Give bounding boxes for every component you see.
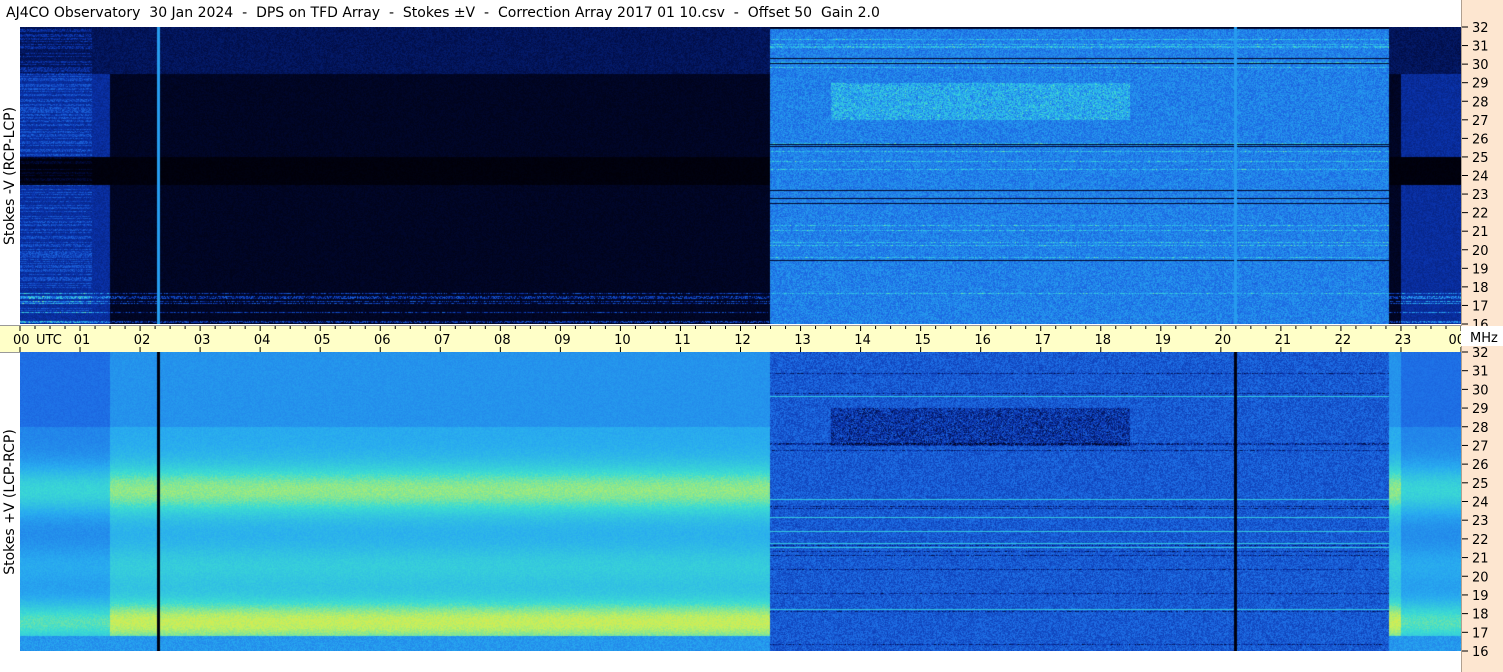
- freq-tick-label: 27: [1472, 439, 1489, 454]
- freq-tick-label: 18: [1472, 281, 1489, 296]
- time-tick-label: 12: [734, 333, 751, 348]
- freq-tick-label: 18: [1472, 608, 1489, 623]
- freq-tick-label: 19: [1472, 262, 1489, 277]
- freq-tick-label: 28: [1472, 421, 1489, 436]
- freq-tick-label: 27: [1472, 114, 1489, 129]
- time-tick-label: 05: [314, 333, 331, 348]
- top-panel-ylabel-text: Stokes -V (RCP-LCP): [2, 106, 19, 245]
- freq-tick-label: 17: [1472, 626, 1489, 641]
- top-frequency-axis-svg: 16 17 18 19 20 21 22 23 24 25 26 27 28 29 30 31 32: [1462, 21, 1489, 326]
- time-tick-label: 16: [974, 333, 991, 348]
- freq-tick-label: 29: [1472, 77, 1489, 92]
- time-tick-label: 10: [614, 333, 631, 348]
- freq-tick-label: 24: [1472, 170, 1489, 185]
- bottom-frequency-axis: 16 17 18 19 20 21 22 23 24 25 26 27 28 29 30 31 32: [1461, 346, 1503, 672]
- utc-label: UTC: [36, 333, 62, 348]
- time-axis-svg: 00 01 02 03 04 05 06 07 08 09 10 11 12 13 14 15 16 17 18 19…: [13, 326, 1461, 352]
- time-tick-label: 19: [1155, 333, 1172, 348]
- freq-tick-label: 30: [1472, 383, 1489, 398]
- freq-tick-label: 26: [1472, 132, 1489, 147]
- time-tick-label: 15: [914, 333, 931, 348]
- time-tick-label: 04: [254, 333, 271, 348]
- time-tick-label: 22: [1335, 333, 1352, 348]
- time-tick-label: 20: [1215, 333, 1232, 348]
- time-tick-label: 21: [1275, 333, 1292, 348]
- chart-title: AJ4CO Observatory 30 Jan 2024 - DPS on T…: [6, 5, 880, 21]
- time-tick-label: 02: [134, 333, 151, 348]
- time-tick-label: 18: [1094, 333, 1111, 348]
- time-tick-label: 01: [74, 333, 91, 348]
- time-tick-label: 17: [1034, 333, 1051, 348]
- time-tick-label: 00: [13, 333, 30, 348]
- freq-tick-label: 16: [1472, 645, 1489, 660]
- freq-tick-label: 17: [1472, 299, 1489, 314]
- freq-tick-label: 28: [1472, 95, 1489, 110]
- time-tick-label: 14: [854, 333, 871, 348]
- freq-tick-label: 21: [1472, 552, 1489, 567]
- freq-tick-label: 24: [1472, 496, 1489, 511]
- time-tick-label: 08: [494, 333, 511, 348]
- freq-tick-label: 31: [1472, 365, 1489, 380]
- freq-tick-label: 32: [1472, 346, 1489, 361]
- freq-tick-label: 26: [1472, 458, 1489, 473]
- freq-tick-label: 30: [1472, 58, 1489, 73]
- freq-tick-label: 19: [1472, 589, 1489, 604]
- time-axis: 00 01 02 03 04 05 06 07 08 09 10 11 12 13 14 15 16 17 18 19…: [0, 325, 1461, 353]
- top-spectrogram-canvas: [20, 27, 1461, 324]
- freq-tick-label: 21: [1472, 225, 1489, 240]
- bottom-panel-ylabel-text: Stokes +V (LCP-RCP): [2, 428, 19, 575]
- freq-tick-label: 16: [1472, 318, 1489, 326]
- freq-tick-label: 22: [1472, 207, 1489, 222]
- time-tick-label: 09: [554, 333, 571, 348]
- freq-tick-label: 29: [1472, 402, 1489, 417]
- freq-tick-label: 23: [1472, 514, 1489, 529]
- bottom-frequency-axis-svg: 16 17 18 19 20 21 22 23 24 25 26 27 28 29 30 31 32: [1462, 346, 1489, 660]
- time-tick-label: 11: [674, 333, 691, 348]
- time-tick-label: 23: [1395, 333, 1412, 348]
- bottom-spectrogram-canvas: [20, 352, 1461, 651]
- time-tick-label: 00: [1448, 333, 1461, 348]
- freq-tick-label: 20: [1472, 244, 1489, 259]
- freq-tick-label: 31: [1472, 40, 1489, 55]
- time-tick-label: 07: [434, 333, 451, 348]
- time-tick-label: 06: [374, 333, 391, 348]
- bottom-panel-ylabel: Stokes +V (LCP-RCP): [0, 352, 20, 651]
- freq-tick-label: 23: [1472, 188, 1489, 203]
- mhz-label: MHz: [1470, 331, 1498, 346]
- time-tick-label: 03: [194, 333, 211, 348]
- freq-tick-label: 25: [1472, 151, 1489, 166]
- freq-tick-label: 22: [1472, 533, 1489, 548]
- freq-tick-label: 32: [1472, 21, 1489, 36]
- freq-tick-label: 25: [1472, 477, 1489, 492]
- bottom-spectrogram: [20, 352, 1461, 651]
- freq-tick-label: 20: [1472, 570, 1489, 585]
- top-spectrogram: [20, 27, 1461, 324]
- top-panel-ylabel: Stokes -V (RCP-LCP): [0, 27, 20, 324]
- time-tick-label: 13: [794, 333, 811, 348]
- top-frequency-axis: 16 17 18 19 20 21 22 23 24 25 26 27 28 29 30 31 32: [1461, 0, 1503, 326]
